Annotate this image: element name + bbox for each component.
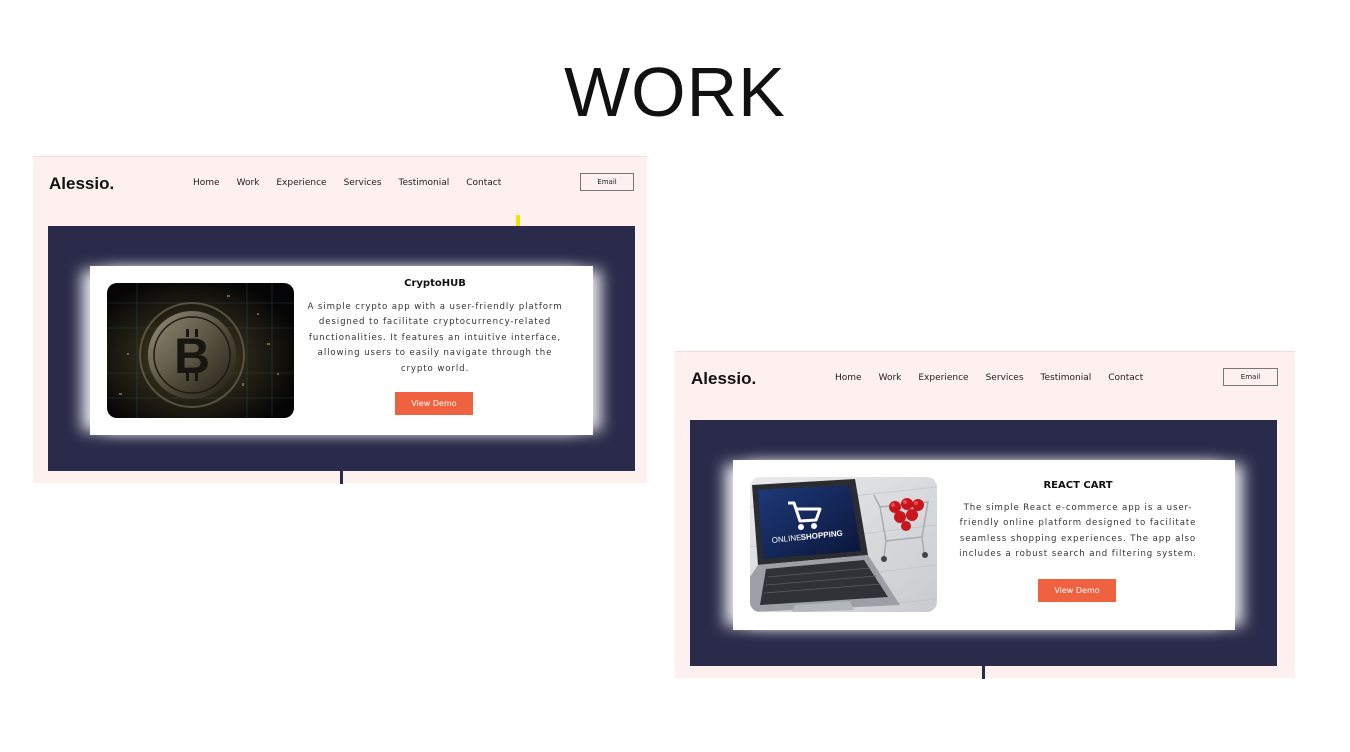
site-logo[interactable]: Alessio. — [49, 174, 114, 194]
work-panel: ONLINE SHOPPING REACT CART The simple Re… — [690, 420, 1277, 666]
nav-item-testimonial[interactable]: Testimonial — [399, 178, 450, 188]
nav-menu: Home Work Experience Services Testimonia… — [835, 373, 1160, 383]
email-button[interactable]: Email — [1223, 368, 1278, 386]
nav-item-home[interactable]: Home — [193, 178, 220, 188]
nav-item-experience[interactable]: Experience — [918, 373, 968, 383]
nav-item-home[interactable]: Home — [835, 373, 862, 383]
view-demo-button[interactable]: View Demo — [1038, 579, 1116, 602]
nav-menu: Home Work Experience Services Testimonia… — [193, 178, 518, 188]
site-logo[interactable]: Alessio. — [691, 369, 756, 389]
timeline-marker — [340, 471, 343, 484]
project-title: REACT CART — [1043, 480, 1113, 491]
project-preview-cryptohub: Alessio. Home Work Experience Services T… — [33, 156, 647, 484]
nav-item-work[interactable]: Work — [879, 373, 902, 383]
bitcoin-image: B — [107, 283, 294, 418]
nav-item-contact[interactable]: Contact — [1108, 373, 1143, 383]
nav-item-testimonial[interactable]: Testimonial — [1041, 373, 1092, 383]
view-demo-button[interactable]: View Demo — [395, 392, 473, 415]
project-card: B CryptoHUB A simple crypto app with a u… — [90, 266, 593, 435]
nav-item-experience[interactable]: Experience — [276, 178, 326, 188]
project-description: A simple crypto app with a user-friendly… — [307, 302, 563, 374]
email-button[interactable]: Email — [580, 173, 634, 191]
nav-item-contact[interactable]: Contact — [466, 178, 501, 188]
nav-item-services[interactable]: Services — [986, 373, 1024, 383]
nav-item-work[interactable]: Work — [237, 178, 260, 188]
page-title: WORK — [564, 53, 786, 131]
project-title: CryptoHUB — [404, 278, 466, 289]
timeline-marker — [982, 666, 985, 679]
nav-item-services[interactable]: Services — [344, 178, 382, 188]
svg-text:B: B — [174, 328, 210, 384]
project-preview-react-cart: Alessio. Home Work Experience Services T… — [675, 351, 1295, 679]
project-description: The simple React e-commerce app is a use… — [959, 503, 1197, 560]
online-shopping-image: ONLINE SHOPPING — [750, 477, 937, 612]
work-panel: B CryptoHUB A simple crypto app with a u… — [48, 226, 635, 471]
project-card: ONLINE SHOPPING REACT CART The simple Re… — [733, 460, 1235, 630]
